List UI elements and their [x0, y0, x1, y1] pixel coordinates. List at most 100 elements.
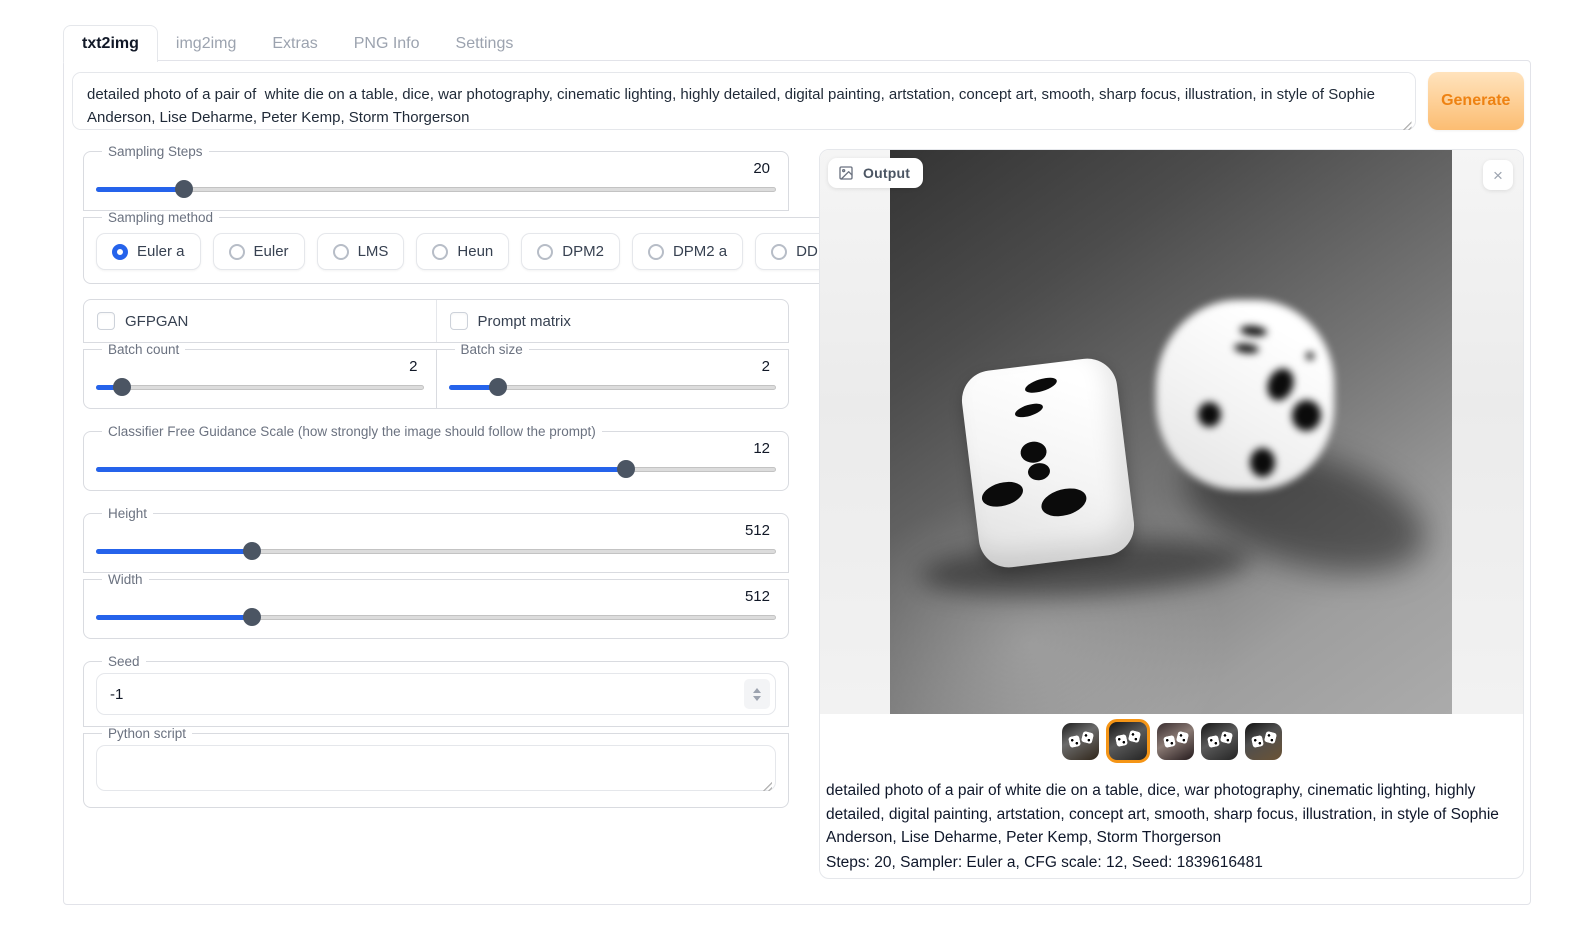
gallery-thumbnail-1[interactable]: [1062, 723, 1099, 760]
batch-count-slider-knob[interactable]: [113, 378, 131, 396]
batch-size-field: Batch size 2: [436, 342, 790, 409]
radio-icon[interactable]: [432, 244, 448, 260]
batch-count-slider[interactable]: [96, 377, 424, 397]
sampler-option-label: DPM2 a: [673, 243, 727, 260]
gfpgan-label: GFPGAN: [125, 313, 188, 330]
radio-icon[interactable]: [333, 244, 349, 260]
sampler-option-label: Euler a: [137, 243, 185, 260]
sampling-steps-field: Sampling Steps 20: [83, 144, 789, 211]
cfg-value: 12: [94, 439, 778, 459]
seed-input[interactable]: [96, 673, 776, 715]
sampler-option-dpm2[interactable]: DPM2: [521, 233, 620, 270]
prompt-matrix-checkbox-cell[interactable]: Prompt matrix: [436, 300, 789, 342]
sampler-option-euler[interactable]: Euler: [213, 233, 305, 270]
size-group: Height 512 Width 512: [83, 506, 789, 639]
sampling-group: Sampling Steps 20 Sampling method Euler …: [83, 144, 789, 284]
output-label: Output: [863, 165, 910, 181]
batch-size-value: 2: [447, 357, 779, 377]
cfg-slider-knob[interactable]: [617, 460, 635, 478]
batch-count-value: 2: [94, 357, 426, 377]
prompt-input[interactable]: detailed photo of a pair of white die on…: [72, 72, 1416, 130]
cfg-slider[interactable]: [96, 459, 776, 479]
radio-icon[interactable]: [229, 244, 245, 260]
width-slider[interactable]: [96, 607, 776, 627]
prompt-matrix-label: Prompt matrix: [478, 313, 571, 330]
width-slider-knob[interactable]: [243, 608, 261, 626]
gallery-backdrop-left: [820, 150, 890, 714]
sampling-steps-slider-knob[interactable]: [175, 180, 193, 198]
sampling-steps-value: 20: [94, 159, 778, 179]
stepper-up-icon[interactable]: [753, 688, 761, 693]
width-field: Width 512: [83, 572, 789, 639]
thumbnail-strip: [820, 714, 1523, 768]
caption-prompt: detailed photo of a pair of white die on…: [826, 779, 1513, 850]
sampler-option-lms[interactable]: LMS: [317, 233, 405, 270]
tab-png-info[interactable]: PNG Info: [336, 26, 438, 62]
width-label: Width: [102, 572, 149, 587]
height-slider-knob[interactable]: [243, 542, 261, 560]
sampler-option-euler-a[interactable]: Euler a: [96, 233, 201, 270]
gallery-thumbnail-2[interactable]: [1106, 719, 1150, 763]
tab-settings[interactable]: Settings: [438, 26, 532, 62]
sampler-option-label: DPM2: [562, 243, 604, 260]
tab-bar: txt2imgimg2imgExtrasPNG InfoSettings: [63, 25, 531, 62]
stepper-down-icon[interactable]: [753, 696, 761, 701]
radio-icon[interactable]: [112, 244, 128, 260]
output-panel: Output × detailed photo of a pair of whi…: [819, 149, 1524, 879]
python-script-input[interactable]: [96, 745, 776, 791]
batch-size-slider-knob[interactable]: [489, 378, 507, 396]
prompt-row: detailed photo of a pair of white die on…: [72, 72, 1524, 135]
seed-field: Seed: [83, 654, 789, 727]
sampling-steps-label: Sampling Steps: [102, 144, 209, 159]
gallery-thumbnail-5[interactable]: [1245, 723, 1282, 760]
batch-group: GFPGAN Prompt matrix Batch count 2: [83, 299, 789, 409]
sampler-option-heun[interactable]: Heun: [416, 233, 509, 270]
sampler-option-label: Heun: [457, 243, 493, 260]
sampling-method-label: Sampling method: [102, 210, 219, 225]
close-button[interactable]: ×: [1483, 160, 1513, 190]
seed-label: Seed: [102, 654, 146, 669]
main-panel: detailed photo of a pair of white die on…: [63, 60, 1531, 905]
batch-size-label: Batch size: [455, 342, 529, 357]
cfg-label: Classifier Free Guidance Scale (how stro…: [102, 424, 602, 439]
tab-img2img[interactable]: img2img: [158, 26, 254, 62]
sampling-steps-slider[interactable]: [96, 179, 776, 199]
sampler-option-label: Euler: [254, 243, 289, 260]
sampler-option-dpm2-a[interactable]: DPM2 a: [632, 233, 743, 270]
gfpgan-checkbox[interactable]: [97, 312, 115, 330]
radio-icon[interactable]: [648, 244, 664, 260]
output-header-chip: Output: [828, 158, 923, 188]
cfg-field: Classifier Free Guidance Scale (how stro…: [83, 424, 789, 491]
tab-txt2img[interactable]: txt2img: [63, 25, 158, 62]
height-label: Height: [102, 506, 153, 521]
die-blurred: [1156, 300, 1334, 490]
batch-count-field: Batch count 2: [83, 342, 437, 409]
gallery-thumbnail-4[interactable]: [1201, 723, 1238, 760]
cfg-group: Classifier Free Guidance Scale (how stro…: [83, 424, 789, 491]
gallery-thumbnail-3[interactable]: [1157, 723, 1194, 760]
python-script-label: Python script: [102, 726, 192, 741]
batch-size-slider[interactable]: [449, 377, 777, 397]
height-slider[interactable]: [96, 541, 776, 561]
caption-parameters: Steps: 20, Sampler: Euler a, CFG scale: …: [826, 851, 1513, 874]
height-field: Height 512: [83, 506, 789, 573]
seed-group: Seed Python script: [83, 654, 789, 808]
prompt-matrix-checkbox[interactable]: [450, 312, 468, 330]
number-stepper[interactable]: [744, 679, 770, 709]
generated-image[interactable]: [890, 150, 1452, 714]
gfpgan-checkbox-cell[interactable]: GFPGAN: [84, 300, 436, 342]
die-sharp: [959, 355, 1138, 571]
generate-button[interactable]: Generate: [1428, 72, 1524, 130]
output-gallery: Output ×: [820, 150, 1523, 714]
sampler-option-label: LMS: [358, 243, 389, 260]
tab-extras[interactable]: Extras: [254, 26, 335, 62]
gallery-backdrop-right: [1450, 150, 1523, 714]
height-value: 512: [94, 521, 778, 541]
batch-count-label: Batch count: [102, 342, 185, 357]
radio-icon[interactable]: [537, 244, 553, 260]
python-script-field: Python script: [83, 726, 789, 808]
controls-column: Sampling Steps 20 Sampling method Euler …: [83, 144, 789, 823]
generation-info: detailed photo of a pair of white die on…: [820, 768, 1523, 879]
radio-icon[interactable]: [771, 244, 787, 260]
image-icon: [838, 165, 854, 181]
